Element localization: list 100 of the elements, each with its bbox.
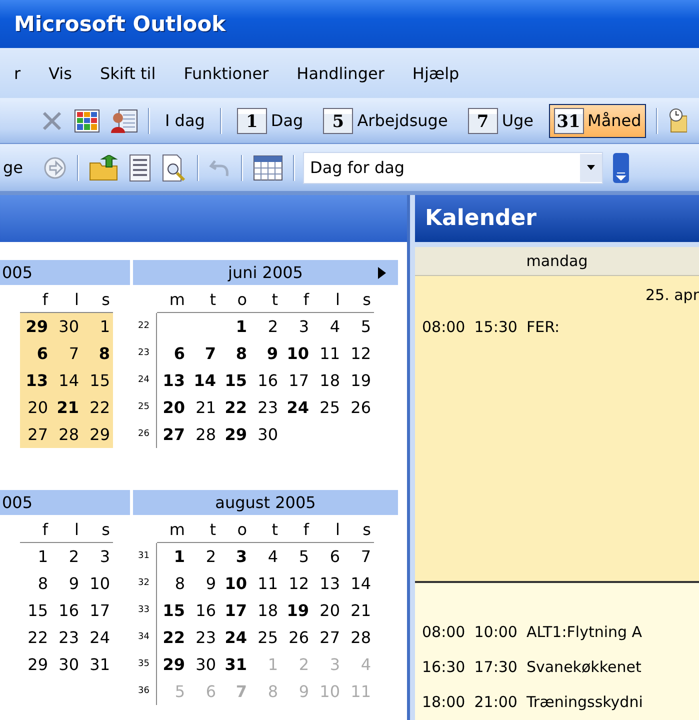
date-cell[interactable]: 30 <box>188 651 219 678</box>
date-cell[interactable]: 20 <box>157 394 188 421</box>
folder-icon[interactable] <box>89 154 119 180</box>
date-cell[interactable]: 19 <box>343 367 374 394</box>
date-cell[interactable]: 15 <box>82 367 113 394</box>
date-cell[interactable]: 21 <box>51 394 82 421</box>
date-cell[interactable]: 14 <box>343 570 374 597</box>
date-cell[interactable]: 6 <box>312 543 343 570</box>
date-cell[interactable]: 27 <box>312 624 343 651</box>
appointment[interactable]: 16:30 17:30 Svanekøkkenet <box>422 649 699 685</box>
date-cell[interactable]: 11 <box>312 340 343 367</box>
menu-item[interactable]: Skift til <box>86 60 170 86</box>
date-cell[interactable]: 30 <box>51 313 82 340</box>
date-cell[interactable]: 27 <box>157 421 188 448</box>
clock-icon[interactable] <box>668 108 688 134</box>
date-cell[interactable]: 30 <box>51 651 82 678</box>
date-cell[interactable]: 22 <box>20 624 51 651</box>
date-cell[interactable]: 30 <box>250 421 281 448</box>
date-cell[interactable]: 16 <box>250 367 281 394</box>
day-cell[interactable]: 25. apr 08:00 15:30 FER: <box>415 276 699 583</box>
view-button[interactable]: 7 Uge <box>462 104 539 138</box>
date-cell[interactable]: 15 <box>157 597 188 624</box>
date-cell[interactable]: 7 <box>188 340 219 367</box>
date-cell[interactable]: 3 <box>281 313 312 340</box>
date-cell[interactable]: 13 <box>312 570 343 597</box>
date-cell[interactable]: 15 <box>20 597 51 624</box>
date-cell[interactable]: 31 <box>219 651 250 678</box>
date-cell[interactable]: 29 <box>20 313 51 340</box>
date-cell[interactable]: 21 <box>188 394 219 421</box>
date-cell[interactable]: 27 <box>20 421 51 448</box>
date-cell[interactable]: 9 <box>51 570 82 597</box>
list-icon[interactable] <box>129 154 151 182</box>
date-cell[interactable]: 26 <box>343 394 374 421</box>
date-cell[interactable]: 1 <box>20 543 51 570</box>
day-cell[interactable]: 08:00 10:00 ALT1:Flytning A 16:30 17:30 Svanekøkkenet 18:00 21:00 Træningsskydni <box>415 583 699 720</box>
date-cell[interactable]: 12 <box>343 340 374 367</box>
date-cell[interactable]: 18 <box>312 367 343 394</box>
date-cell[interactable]: 25 <box>312 394 343 421</box>
date-cell[interactable]: 14 <box>51 367 82 394</box>
date-cell[interactable]: 1 <box>82 313 113 340</box>
date-cell[interactable]: 28 <box>343 624 374 651</box>
date-cell[interactable]: 13 <box>157 367 188 394</box>
date-cell[interactable]: 31 <box>82 651 113 678</box>
date-cell[interactable]: 20 <box>20 394 51 421</box>
date-cell[interactable]: 22 <box>157 624 188 651</box>
date-cell[interactable]: 20 <box>312 597 343 624</box>
date-cell[interactable]: 9 <box>188 570 219 597</box>
preview-icon[interactable] <box>161 154 187 182</box>
date-cell[interactable]: 16 <box>51 597 82 624</box>
date-cell[interactable]: 12 <box>281 570 312 597</box>
appointment[interactable]: 08:00 15:30 FER: <box>422 308 699 345</box>
toolbar-button-label[interactable]: ge <box>3 158 23 177</box>
date-cell[interactable]: 7 <box>51 340 82 367</box>
date-cell[interactable]: 5 <box>343 313 374 340</box>
overflow-icon[interactable] <box>613 152 629 182</box>
date-cell[interactable]: 3 <box>82 543 113 570</box>
date-cell[interactable]: 23 <box>188 624 219 651</box>
menu-item[interactable]: Vis <box>34 60 86 86</box>
date-cell[interactable]: 5 <box>281 543 312 570</box>
date-cell[interactable]: 23 <box>51 624 82 651</box>
date-cell[interactable]: 13 <box>20 367 51 394</box>
date-cell[interactable]: 18 <box>250 597 281 624</box>
date-cell[interactable]: 8 <box>219 340 250 367</box>
date-cell[interactable]: 4 <box>312 313 343 340</box>
view-button[interactable]: 1 Dag <box>232 104 308 138</box>
view-button[interactable]: 31 Måned <box>548 104 646 138</box>
date-cell[interactable]: 17 <box>281 367 312 394</box>
date-cell[interactable]: 2 <box>188 543 219 570</box>
date-cell[interactable]: 10 <box>219 570 250 597</box>
date-cell[interactable]: 22 <box>219 394 250 421</box>
date-cell[interactable]: 8 <box>157 570 188 597</box>
menu-item[interactable]: Funktioner <box>170 60 283 86</box>
date-cell[interactable]: 6 <box>20 340 51 367</box>
date-cell[interactable]: 17 <box>219 597 250 624</box>
menu-item[interactable]: Handlinger <box>282 60 398 86</box>
date-cell[interactable]: 25 <box>250 624 281 651</box>
date-cell[interactable]: 28 <box>51 421 82 448</box>
date-cell[interactable]: 29 <box>82 421 113 448</box>
date-cell[interactable]: 21 <box>343 597 374 624</box>
date-cell[interactable]: 29 <box>20 651 51 678</box>
date-cell[interactable]: 2 <box>250 313 281 340</box>
appointment[interactable]: 18:00 21:00 Træningsskydni <box>422 684 699 720</box>
date-cell[interactable]: 8 <box>20 570 51 597</box>
view-button[interactable]: 5 Arbejdsuge <box>318 104 453 138</box>
date-cell[interactable]: 4 <box>250 543 281 570</box>
date-cell[interactable]: 26 <box>281 624 312 651</box>
date-cell[interactable]: 28 <box>188 421 219 448</box>
calendar-grid-icon[interactable] <box>253 154 283 180</box>
date-cell[interactable]: 2 <box>51 543 82 570</box>
date-cell[interactable]: 9 <box>250 340 281 367</box>
date-cell[interactable]: 24 <box>219 624 250 651</box>
date-cell[interactable]: 29 <box>157 651 188 678</box>
date-cell[interactable]: 1 <box>219 313 250 340</box>
appointment[interactable]: 08:00 10:00 ALT1:Flytning A <box>422 614 699 650</box>
menu-item[interactable]: r <box>0 60 35 86</box>
date-cell[interactable]: 19 <box>281 597 312 624</box>
date-cell[interactable]: 29 <box>219 421 250 448</box>
contact-card-icon[interactable] <box>110 108 138 134</box>
date-cell[interactable]: 24 <box>281 394 312 421</box>
today-button[interactable]: I dag <box>160 107 210 134</box>
